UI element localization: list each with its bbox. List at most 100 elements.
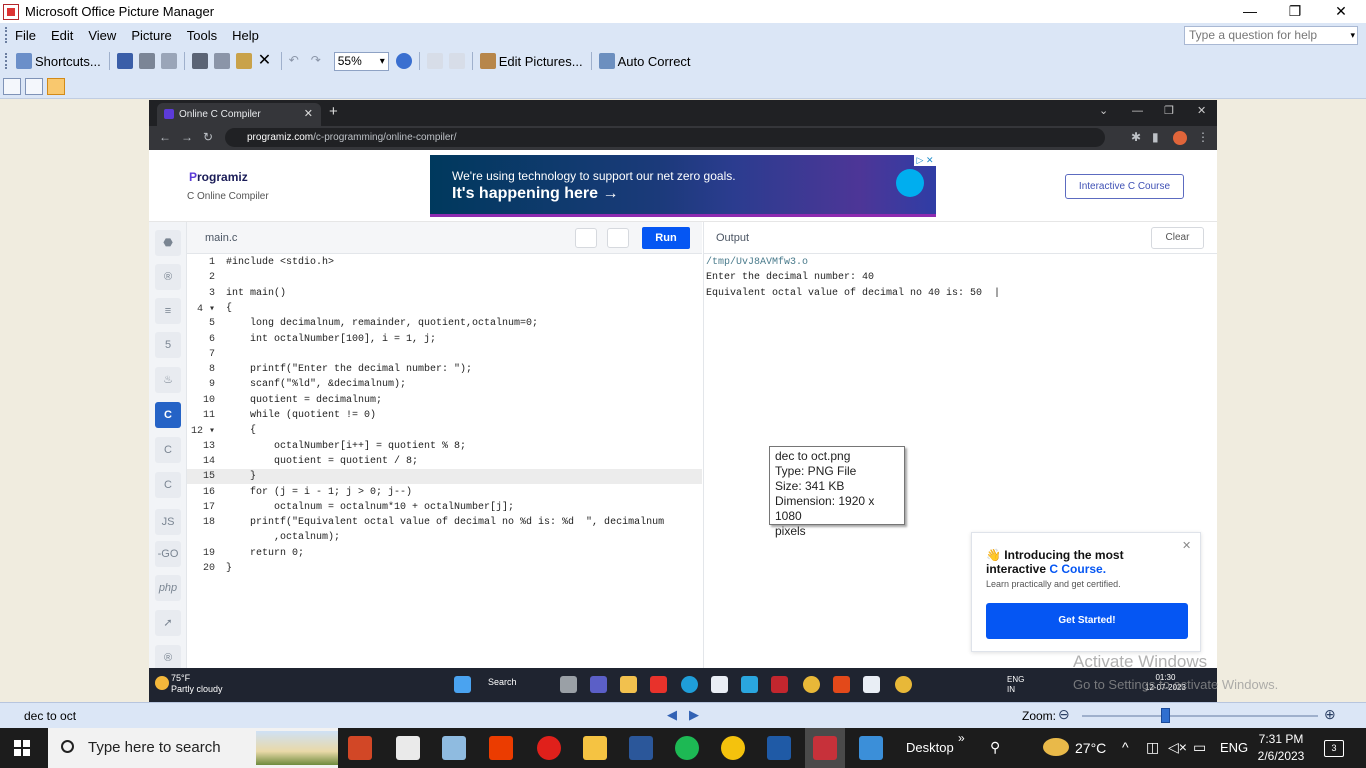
weather-icon[interactable] xyxy=(1043,738,1069,756)
interactive-course-button[interactable]: Interactive C Course xyxy=(1065,174,1184,199)
cpp-icon[interactable]: C xyxy=(155,437,181,463)
zoom-slider[interactable] xyxy=(1082,715,1318,717)
save-icon[interactable] xyxy=(116,53,133,69)
thumbnail-view-button[interactable] xyxy=(3,78,21,95)
close-button[interactable]: ✕ xyxy=(1318,0,1364,23)
java-icon[interactable]: ♨ xyxy=(155,367,181,393)
php-icon[interactable]: php xyxy=(155,575,181,601)
code-line[interactable]: for (j = i - 1; j > 0; j--) xyxy=(226,487,412,498)
browser-tab[interactable]: Online C Compiler ✕ xyxy=(157,103,321,126)
html-icon[interactable]: 5 xyxy=(155,332,181,358)
browser-restore-icon[interactable]: ❐ xyxy=(1164,100,1174,124)
reload-icon[interactable]: ↻ xyxy=(203,130,213,144)
python-icon[interactable]: ⬣ xyxy=(155,230,181,256)
javascript-icon[interactable]: JS xyxy=(155,509,181,535)
code-line[interactable]: scanf("%ld", &decimalnum); xyxy=(226,379,406,390)
advertisement-banner[interactable]: We're using technology to support our ne… xyxy=(430,155,936,217)
promo-close-icon[interactable]: ✕ xyxy=(1182,539,1191,552)
menu-help[interactable]: Help xyxy=(232,28,259,43)
meet-now-icon[interactable]: ◫ xyxy=(1146,739,1159,756)
browser-minimize-icon[interactable]: — xyxy=(1132,100,1143,124)
word-icon[interactable] xyxy=(629,736,653,760)
help-search-input[interactable]: Type a question for help ▾ xyxy=(1184,26,1358,45)
next-picture-icon[interactable]: ▶ xyxy=(689,707,699,723)
c-language-icon[interactable]: C xyxy=(155,402,181,428)
rotate-left-icon[interactable] xyxy=(426,53,443,69)
browser-menu-icon[interactable]: ⋮ xyxy=(1197,130,1209,144)
profile-avatar[interactable] xyxy=(1173,131,1187,145)
filmstrip-view-button[interactable] xyxy=(25,78,43,95)
zoom-out-icon[interactable]: ⊖ xyxy=(1058,706,1070,723)
csharp-icon[interactable]: C xyxy=(155,472,181,498)
chevron-down-icon[interactable]: ▾ xyxy=(1350,27,1355,44)
menu-file[interactable]: File xyxy=(15,28,36,43)
spotify-icon[interactable] xyxy=(675,736,699,760)
get-started-button[interactable]: Get Started! xyxy=(986,603,1188,639)
zoom-in-icon[interactable]: ⊕ xyxy=(1324,706,1336,723)
code-line[interactable]: return 0; xyxy=(226,548,304,559)
side-panel-icon[interactable]: ▮ xyxy=(1152,130,1159,144)
opera-icon[interactable] xyxy=(537,736,561,760)
shortcuts-button[interactable]: Shortcuts... xyxy=(13,51,101,71)
code-line[interactable]: printf("Enter the decimal number: "); xyxy=(226,364,472,375)
cut-icon[interactable] xyxy=(191,53,208,69)
zoom-slider-thumb[interactable] xyxy=(1161,708,1170,723)
copy-icon[interactable] xyxy=(213,53,230,69)
dark-mode-icon[interactable] xyxy=(607,228,629,248)
devcpp-icon[interactable] xyxy=(767,736,791,760)
system-clock[interactable]: 7:31 PM 2/6/2023 xyxy=(1250,731,1312,765)
code-line[interactable]: } xyxy=(226,471,256,482)
code-line[interactable]: #include <stdio.h> xyxy=(226,257,334,268)
store-icon[interactable] xyxy=(396,736,420,760)
code-line[interactable]: octalNumber[i++] = quotient % 8; xyxy=(226,441,466,452)
presentation-app-icon[interactable] xyxy=(348,736,372,760)
people-icon[interactable]: ⚲ xyxy=(990,739,1000,756)
menu-tools[interactable]: Tools xyxy=(187,28,217,43)
code-line[interactable]: long decimalnum, remainder, quotient,oct… xyxy=(226,318,538,329)
code-line[interactable]: octalnum = octalnum*10 + octalNumber[j]; xyxy=(226,502,514,513)
office-icon[interactable] xyxy=(489,736,513,760)
previous-picture-icon[interactable]: ◀ xyxy=(667,707,677,723)
back-icon[interactable]: ← xyxy=(159,130,171,144)
swift-icon[interactable]: ➚ xyxy=(155,610,181,636)
print-icon[interactable] xyxy=(138,53,155,69)
code-editor[interactable]: 1 #include <stdio.h> 2 3 int main() 4 ▾ {5 lon… xyxy=(187,254,702,668)
ad-choices-badge[interactable]: ▷ ✕ xyxy=(914,155,936,166)
code-line[interactable]: int main() xyxy=(226,288,286,299)
desktop-toolbar[interactable]: Desktop xyxy=(906,740,954,755)
notification-icon[interactable]: 3 xyxy=(1324,740,1344,757)
redo-icon[interactable]: ↷ xyxy=(311,53,327,69)
code-line[interactable]: printf("Equivalent octal value of decima… xyxy=(226,517,664,528)
clear-button[interactable]: Clear xyxy=(1151,227,1204,249)
photos-icon[interactable] xyxy=(859,736,883,760)
fullscreen-icon[interactable] xyxy=(575,228,597,248)
help-icon[interactable] xyxy=(395,53,412,69)
input-language[interactable]: ENG xyxy=(1220,740,1248,755)
code-line[interactable]: ,octalnum); xyxy=(226,532,340,543)
code-line[interactable]: } xyxy=(226,563,232,574)
code-line[interactable]: int octalNumber[100], i = 1, j; xyxy=(226,334,436,345)
run-button[interactable]: Run xyxy=(642,227,690,249)
close-tab-icon[interactable]: ✕ xyxy=(304,103,313,126)
browser-close-icon[interactable]: ✕ xyxy=(1197,100,1206,124)
file-explorer-icon[interactable] xyxy=(583,736,607,760)
volume-muted-icon[interactable]: ◁× xyxy=(1168,739,1187,756)
rotate-right-icon[interactable] xyxy=(448,53,465,69)
edit-pictures-button[interactable]: Edit Pictures... xyxy=(477,51,583,71)
new-tab-icon[interactable]: + xyxy=(329,103,338,120)
code-line[interactable]: quotient = decimalnum; xyxy=(226,395,382,406)
sql-icon[interactable]: ≡ xyxy=(155,298,181,324)
zoom-select[interactable]: 55% xyxy=(333,51,389,71)
auto-correct-button[interactable]: Auto Correct xyxy=(596,51,691,71)
single-picture-view-button[interactable] xyxy=(47,78,65,95)
taskbar-search-box[interactable]: Type here to search xyxy=(48,728,338,768)
chrome-icon[interactable] xyxy=(721,736,745,760)
code-line[interactable]: { xyxy=(226,425,256,436)
windows-start-icon[interactable] xyxy=(14,740,31,757)
menu-picture[interactable]: Picture xyxy=(131,28,171,43)
file-tab[interactable]: main.c xyxy=(205,232,237,244)
address-bar[interactable]: programiz.com/c-programming/online-compi… xyxy=(225,128,1105,147)
menu-view[interactable]: View xyxy=(88,28,116,43)
app-icon[interactable] xyxy=(442,736,466,760)
forward-icon[interactable]: → xyxy=(181,130,193,144)
